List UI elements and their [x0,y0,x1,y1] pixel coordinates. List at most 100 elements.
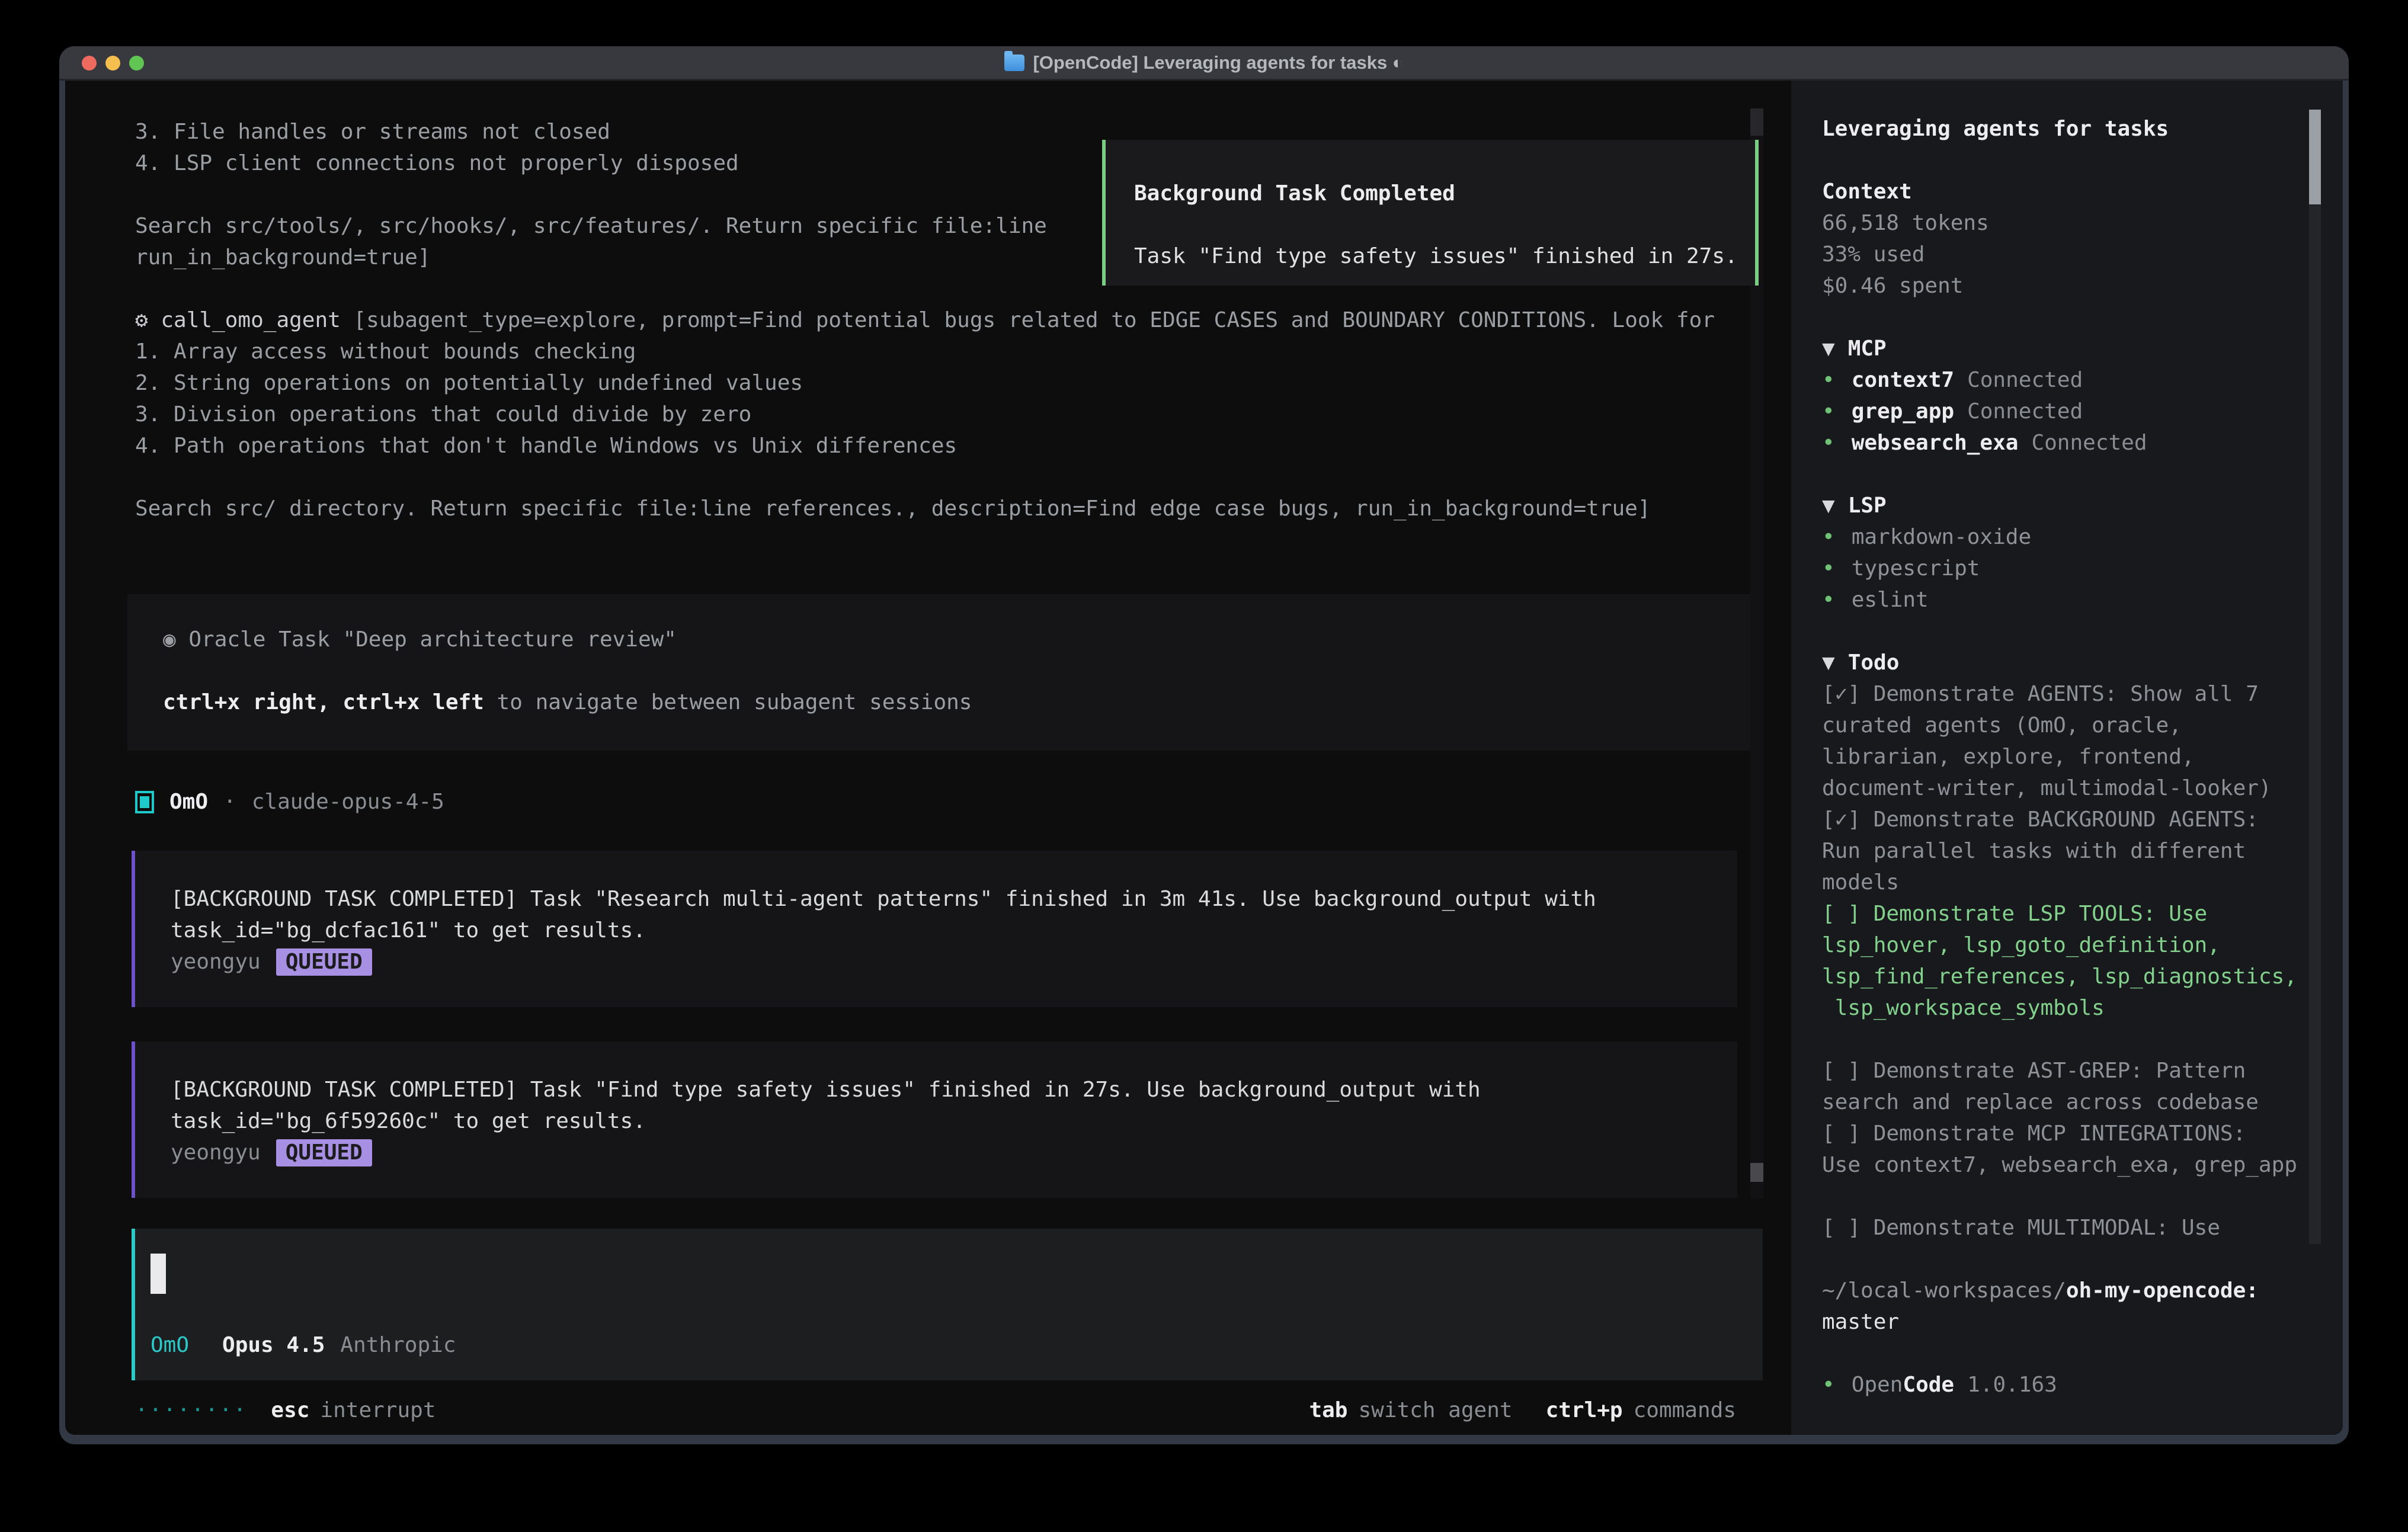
app-version-number: 1.0.163 [1967,1373,2057,1397]
workspace-branch: master [1822,1306,2307,1338]
text-cursor [150,1254,166,1294]
app-window: [OpenCode] Leveraging agents for tasks ◐… [59,46,2349,1444]
statusbar: ········ esc interrupt tab switch agent … [135,1395,1736,1426]
esc-key-label: interrupt [320,1395,436,1426]
tool-call-list-item: 2. String operations on potentially unde… [135,367,1715,399]
close-button[interactable] [82,56,97,70]
lsp-item-name: typescript [1852,556,1980,581]
gear-icon: ⚙ [135,308,148,332]
lsp-item-name: markdown-oxide [1852,525,2031,549]
session-sidebar: Leveraging agents for tasks Context 66,5… [1791,81,2343,1435]
todo-item: [ ] Demonstrate MULTIMODAL: Use [1822,1212,2307,1243]
oracle-task-card[interactable]: ◉ Oracle Task "Deep architecture review"… [127,594,1759,751]
context-used: 33% used [1822,239,2307,270]
esc-key-hint: esc [271,1395,309,1426]
agent-header: OmO · claude-opus-4-5 [135,786,444,818]
sidebar-scrollbar-thumb[interactable] [2309,110,2321,204]
lsp-section-header[interactable]: ▼LSP [1822,490,2307,521]
mcp-item-name: grep_app [1852,399,1954,424]
zoom-button[interactable] [129,56,144,70]
lsp-item: • eslint [1822,584,2307,616]
task-line1: [BACKGROUND TASK COMPLETED] Task "Resear… [171,883,1719,915]
mcp-item-name: websearch_exa [1852,431,2019,455]
minimize-button[interactable] [105,56,120,70]
workspace-path: ~/local-workspaces/oh-my-opencode: maste… [1822,1275,2307,1338]
shortcut-hint: to navigate between subagent sessions [497,690,972,714]
bullet-icon: • [1822,556,1835,581]
mcp-item: • context7 Connected [1822,364,2307,396]
main-scrollbar-thumb[interactable] [1750,1163,1763,1182]
record-icon: ◉ [163,627,176,652]
window-title: [OpenCode] Leveraging agents for tasks ◐ [1004,52,1403,73]
oracle-blank-line [163,655,1759,687]
context-spent: $0.46 spent [1822,270,2307,302]
todo-item: [ ] Demonstrate LSP TOOLS: Use lsp_hover… [1822,898,2307,1024]
mcp-item-name: context7 [1852,368,1954,392]
shortcut-keys: ctrl+x right, ctrl+x left [163,690,484,714]
background-task-message: [BACKGROUND TASK COMPLETED] Task "Resear… [132,851,1737,1007]
commands-key-hint: ctrl+p [1546,1395,1623,1426]
folder-icon [1004,55,1024,71]
todo-heading: Todo [1848,650,1900,675]
mcp-item-status: Connected [2031,431,2147,455]
toast-title: Background Task Completed [1134,178,1755,209]
agent-name: OmO [169,786,208,818]
workspace-path-prefix: ~/local-workspaces/ [1822,1278,2066,1303]
context-tokens: 66,518 tokens [1822,207,2307,239]
chevron-down-icon: ▼ [1822,493,1835,518]
task-line2: task_id="bg_6f59260c" to get results. [171,1105,1719,1137]
app-name-suffix: Code [1903,1373,1954,1397]
context-heading: Context [1822,176,2307,207]
todo-item: [✓] Demonstrate BACKGROUND AGENTS: Run p… [1822,804,2307,898]
workspace-repo: oh-my-opencode: [2066,1278,2259,1303]
bullet-icon: • [1822,368,1835,392]
bullet-icon: • [1822,588,1835,612]
prompt-model-row: OmO Opus 4.5 Anthropic [150,1329,456,1361]
mcp-item-status: Connected [1967,368,2083,392]
tool-call-name: call_omo_agent [161,308,340,332]
oracle-task-title: Oracle Task "Deep architecture review" [188,627,677,652]
bullet-icon: • [1822,1373,1835,1397]
app-version: •OpenCode1.0.163 [1822,1369,2307,1400]
terminal-pane: 3. File handles or streams not closed 4.… [65,81,1791,1435]
background-task-message: [BACKGROUND TASK COMPLETED] Task "Find t… [132,1041,1737,1198]
task-line1: [BACKGROUND TASK COMPLETED] Task "Find t… [171,1074,1719,1105]
main-scrollbar-segment[interactable] [1750,108,1763,136]
session-title: Leveraging agents for tasks [1822,113,2307,145]
lsp-item: • typescript [1822,553,2307,584]
bullet-icon: • [1822,431,1835,455]
prompt-agent: OmO [150,1329,189,1361]
background-task-toast: Background Task Completed Task "Find typ… [1102,140,1759,286]
todo-item: [✓] Demonstrate AGENTS: Show all 7 curat… [1822,678,2307,804]
spinner-dots: ········ [135,1395,247,1426]
toast-spacer [1134,209,1755,241]
titlebar: [OpenCode] Leveraging agents for tasks ◐ [59,46,2349,81]
prompt-provider: Anthropic [340,1329,456,1361]
bullet-icon: • [1822,525,1835,549]
transcript-blank-line [135,461,1715,493]
commands-key-label: commands [1634,1395,1736,1426]
tool-call-list-item: 1. Array access without bounds checking [135,336,1715,367]
toast-body: Task "Find type safety issues" finished … [1134,241,1755,272]
agent-model: claude-opus-4-5 [252,786,444,818]
task-user: yeongyu [171,946,261,977]
sidebar-scrollbar-track[interactable] [2309,110,2321,1244]
lsp-item-name: eslint [1852,588,1929,612]
tool-call-list-item: 4. Path operations that don't handle Win… [135,430,1715,461]
tool-call-list-item: 3. Division operations that could divide… [135,399,1715,430]
window-content: 3. File handles or streams not closed 4.… [65,81,2343,1435]
task-line2: task_id="bg_dcfac161" to get results. [171,915,1719,946]
status-badge: QUEUED [276,1139,372,1166]
lsp-item: • markdown-oxide [1822,521,2307,553]
tool-call-tail: Search src/ directory. Return specific f… [135,493,1715,524]
mcp-item: • websearch_exa Connected [1822,427,2307,459]
todo-section-header[interactable]: ▼Todo [1822,647,2307,678]
chevron-down-icon: ▼ [1822,336,1835,361]
prompt-input[interactable]: OmO Opus 4.5 Anthropic [132,1229,1763,1380]
todo-item: [ ] Demonstrate AST-GREP: Pattern search… [1822,1055,2307,1118]
mcp-section-header[interactable]: ▼MCP [1822,333,2307,364]
mcp-item: •grep_appConnected [1822,396,2307,427]
tool-call-line: ⚙ call_omo_agent [subagent_type=explore,… [135,305,1715,336]
todo-item: [ ] Demonstrate MCP INTEGRATIONS: Use co… [1822,1118,2307,1181]
tab-key-hint: tab [1309,1395,1347,1426]
